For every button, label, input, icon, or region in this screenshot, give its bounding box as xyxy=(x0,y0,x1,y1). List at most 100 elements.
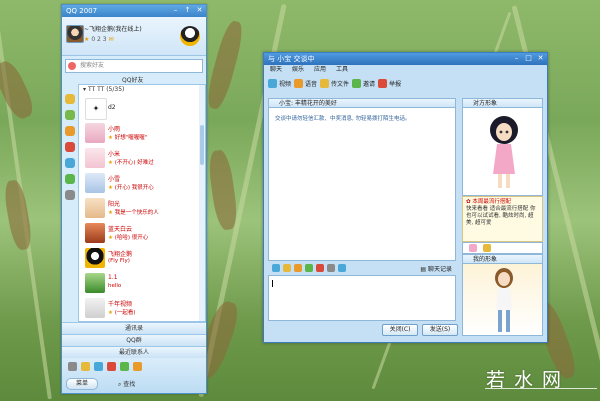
section-contacts[interactable]: 通讯录 xyxy=(62,322,206,334)
emoji-icon[interactable] xyxy=(283,264,291,272)
group-icon[interactable] xyxy=(65,110,75,120)
girl-avatar-image xyxy=(490,116,518,188)
friend-item[interactable]: 1.1 hello xyxy=(79,270,205,295)
friend-signature: hello xyxy=(108,283,121,289)
find-button[interactable]: ⌕ 查找 xyxy=(118,379,135,389)
file-icon xyxy=(320,78,330,88)
my-avatar-show[interactable] xyxy=(462,264,543,336)
menu-item-fun[interactable]: 娱乐 xyxy=(292,65,304,75)
friend-list-scrollbar[interactable] xyxy=(199,85,205,321)
font-icon[interactable] xyxy=(272,264,280,272)
more-apps-icon[interactable] xyxy=(133,362,142,371)
invite-icon xyxy=(352,78,362,88)
friend-group-header[interactable]: ▾ TT TT (5/35) xyxy=(79,85,205,95)
friend-signature: ★ (一起看) xyxy=(108,308,135,316)
friend-item[interactable]: 小雪 ★ (开心) 我很开心 xyxy=(79,170,205,195)
friend-item[interactable]: 小雨 ★ 好想"喔喔喔" xyxy=(79,120,205,145)
maximize-icon[interactable]: □ xyxy=(524,54,533,63)
image-icon[interactable] xyxy=(316,264,324,272)
scrollbar-thumb[interactable] xyxy=(200,125,204,165)
chat-history-button[interactable]: ▤ 聊天记录 xyxy=(420,264,456,273)
mail-icon[interactable]: ✉ xyxy=(109,36,114,43)
friend-item[interactable]: 蓝天白云 ★ (哈哈) 很开心 xyxy=(79,220,205,245)
send-button[interactable]: 发送(S) xyxy=(422,324,458,336)
friend-item[interactable]: ✦ d2 xyxy=(79,95,205,120)
star-icon: ★ xyxy=(108,235,113,241)
pet-app-icon[interactable] xyxy=(120,362,129,371)
promo-text: 快来看看 适合最流行搭配 你也可以试试看, 酷炫时尚, 超美, 超可爱 xyxy=(466,206,536,226)
close-icon[interactable]: ✕ xyxy=(195,6,204,15)
section-qq-group[interactable]: QQ群 xyxy=(62,334,206,346)
quick-app-row xyxy=(62,359,206,374)
menu-item-tools[interactable]: 工具 xyxy=(336,65,348,75)
music-icon[interactable] xyxy=(94,362,103,371)
menu-item-apps[interactable]: 应用 xyxy=(314,65,326,75)
star-icon: ★ xyxy=(108,185,113,191)
report-button[interactable]: 举报 xyxy=(378,78,401,88)
message-icon[interactable] xyxy=(81,362,90,371)
menu-button-label: 菜单 xyxy=(75,380,88,387)
gift-icon: ✿ xyxy=(466,199,471,205)
system-icon[interactable] xyxy=(68,362,77,371)
star-icon[interactable] xyxy=(483,244,491,252)
friend-name: 小雪 xyxy=(108,176,121,183)
editor-toolbar: ▤ 聊天记录 xyxy=(268,262,456,274)
settings-icon[interactable] xyxy=(65,190,75,200)
friend-item[interactable]: 飞翔企鹅 (Fly Fly) xyxy=(79,245,205,270)
game-icon[interactable] xyxy=(65,158,75,168)
grass-spike xyxy=(0,57,38,123)
friend-signature: (Fly Fly) xyxy=(108,258,130,264)
profile-nickname[interactable]: ~飞翔企鹅(我在线上) xyxy=(84,24,142,33)
friend-signature-text: 我是一个快乐的人 xyxy=(114,210,159,216)
send-file-button[interactable]: 传文件 xyxy=(320,78,349,88)
menu-button[interactable]: 菜单 xyxy=(66,378,98,390)
video-button[interactable]: 视频 xyxy=(268,78,291,88)
friend-avatar xyxy=(85,248,105,268)
minimize-icon[interactable]: – xyxy=(171,6,180,15)
qq-title-bar[interactable]: QQ 2007 – ↑ ✕ xyxy=(62,5,206,17)
qzone-icon[interactable] xyxy=(65,126,75,136)
chat-title-bar[interactable]: 与 小宝 交谈中 – □ ✕ xyxy=(264,53,547,65)
minimize-icon[interactable]: – xyxy=(512,54,521,63)
pet-icon[interactable] xyxy=(65,174,75,184)
video-icon xyxy=(268,78,277,88)
shop-icon[interactable] xyxy=(107,362,116,371)
friend-item[interactable]: 小米 ★ (不开心) 好难过 xyxy=(79,145,205,170)
music-icon[interactable] xyxy=(338,264,346,272)
wardrobe-icon[interactable] xyxy=(469,244,477,252)
friend-name: 小米 xyxy=(108,151,121,158)
promo-title-text: 本周最流行搭配 xyxy=(472,199,511,205)
chat-menu-bar: 聊天 娱乐 应用 工具 xyxy=(264,65,547,75)
voice-button[interactable]: 语音 xyxy=(294,78,317,88)
section-recent-contacts[interactable]: 最近联系人 xyxy=(62,346,206,358)
close-icon[interactable]: ✕ xyxy=(536,54,545,63)
invite-button[interactable]: 邀请 xyxy=(352,78,375,88)
screenshot-icon[interactable] xyxy=(327,264,335,272)
message-history[interactable]: 交谈中请勿轻信汇款、中奖消息, 勿轻易拨打陌生电话。 xyxy=(268,108,456,261)
avatar[interactable] xyxy=(66,25,84,43)
history-icon: ▤ xyxy=(420,265,427,273)
chat-window-controls: – □ ✕ xyxy=(512,54,545,63)
pin-icon[interactable]: ↑ xyxy=(183,6,192,15)
friend-avatar-show[interactable] xyxy=(462,108,543,196)
menu-item-chat[interactable]: 聊天 xyxy=(270,65,282,75)
mail-app-icon[interactable] xyxy=(65,142,75,152)
friend-signature: ★ (开心) 我很开心 xyxy=(108,183,154,191)
grass-spike xyxy=(203,18,247,112)
message-input[interactable] xyxy=(268,275,456,321)
friend-item[interactable]: 阳光 ★ 我是一个快乐的人 xyxy=(79,195,205,220)
friend-group-label: TT TT (5/35) xyxy=(87,86,125,93)
star-icon: ★ xyxy=(108,310,113,316)
friend-item[interactable]: 千年视频 ★ (一起看) xyxy=(79,295,205,320)
star-icon: ★ xyxy=(108,210,113,216)
promo-tip[interactable]: ✿ 本周最流行搭配 快来看看 适合最流行搭配 你也可以试试看, 酷炫时尚, 超美… xyxy=(462,196,543,242)
close-button[interactable]: 关闭(C) xyxy=(382,324,418,336)
star-icon: ★ xyxy=(108,160,113,166)
watermark-underline xyxy=(485,388,597,389)
search-input[interactable]: 搜索好友 xyxy=(65,59,203,73)
contacts-icon[interactable] xyxy=(65,94,75,104)
shake-icon[interactable] xyxy=(294,264,302,272)
magic-icon[interactable] xyxy=(305,264,313,272)
search-icon: ⌕ xyxy=(118,381,122,388)
friend-name: 蓝天白云 xyxy=(108,226,133,233)
